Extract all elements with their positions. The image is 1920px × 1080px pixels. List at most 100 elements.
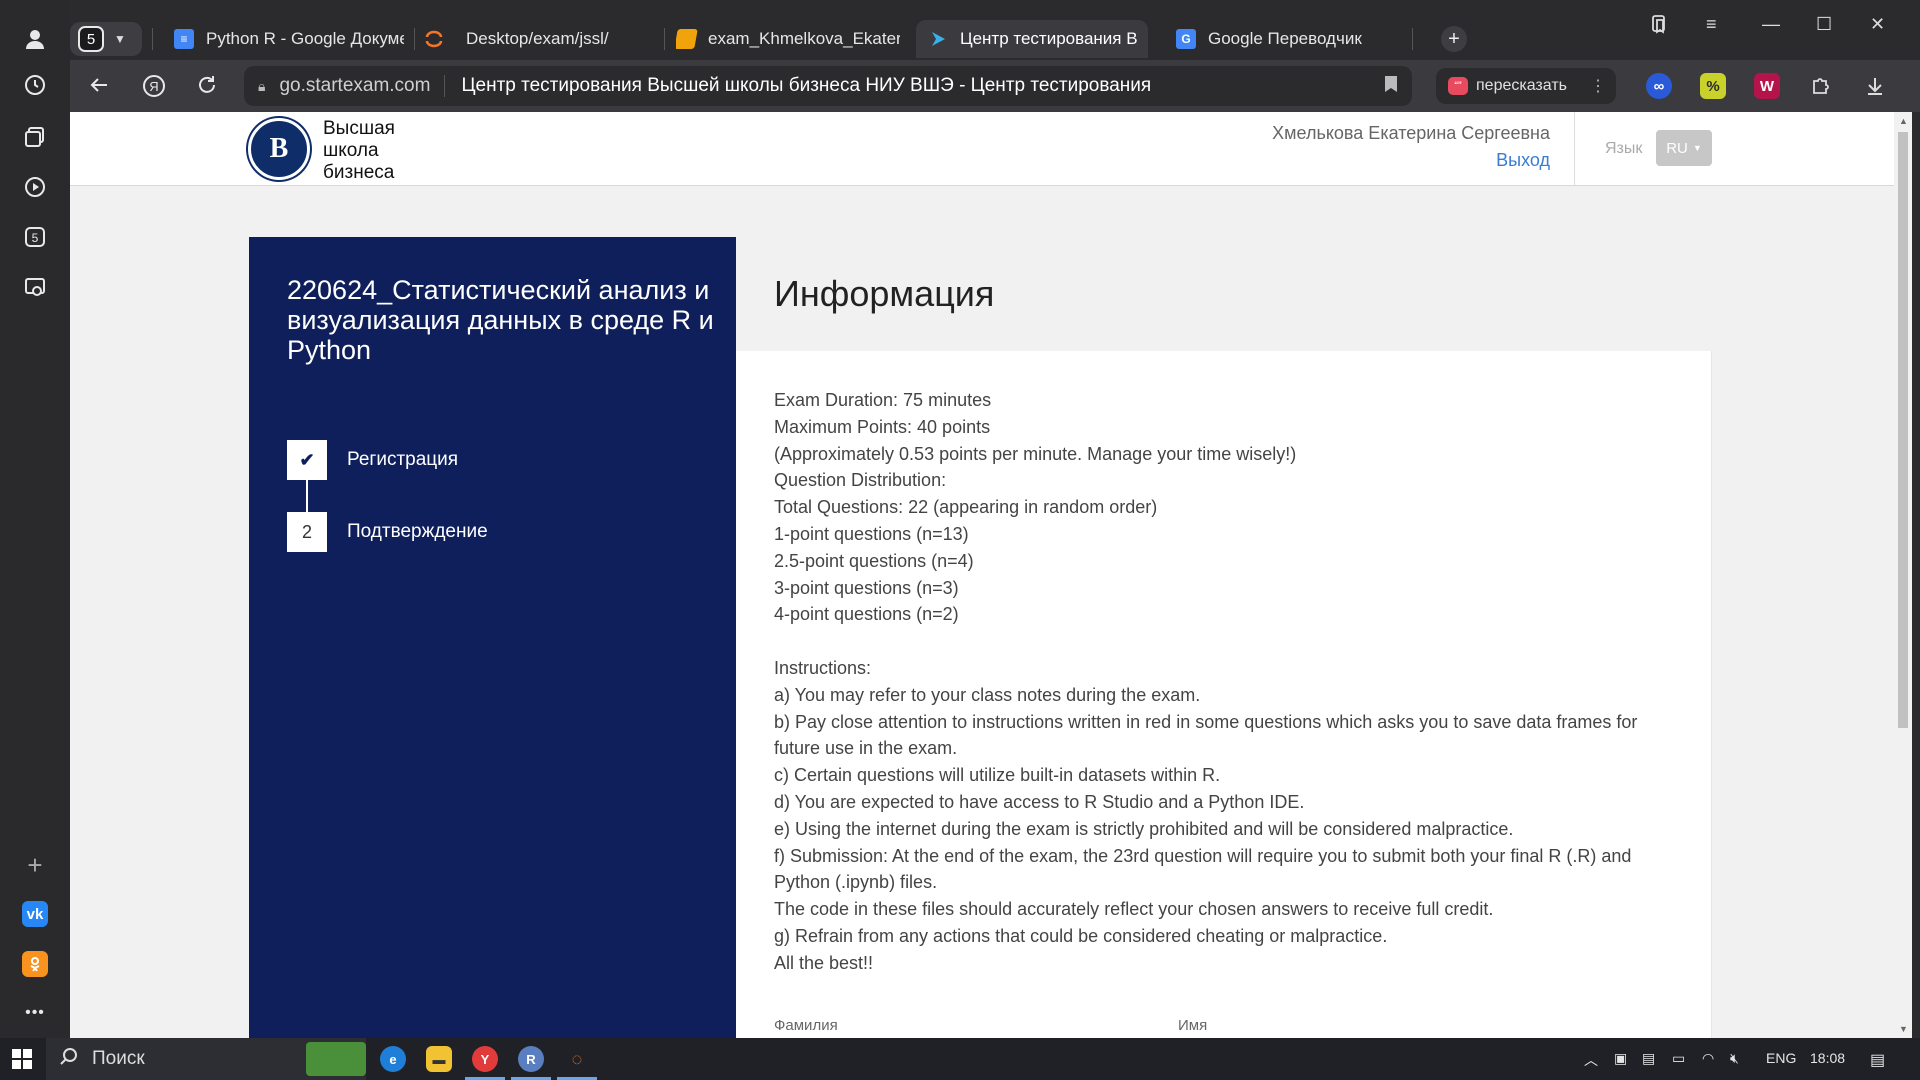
screenshot-icon[interactable] xyxy=(22,274,48,300)
tab-notebook[interactable]: exam_Khmelkova_Ekaterin xyxy=(676,20,900,58)
step-registration: ✔ Регистрация xyxy=(287,440,458,480)
tab-label: Desktop/exam/jssl/ xyxy=(466,29,609,48)
info-line: f) Submission: At the end of the exam, t… xyxy=(774,845,1632,893)
info-line: The code in these files should accuratel… xyxy=(774,899,1494,920)
info-line: a) You may refer to your class notes dur… xyxy=(774,684,1201,705)
tab-label: Google Переводчик xyxy=(1208,29,1362,48)
yandex-icon[interactable]: Я xyxy=(142,74,166,104)
volume-muted-icon[interactable]: 🔇︎ xyxy=(1730,1050,1739,1067)
step-label: Регистрация xyxy=(347,449,459,470)
yandex-browser-icon[interactable]: Y xyxy=(472,1046,498,1072)
info-line: 1-point questions (n=13) xyxy=(774,523,969,544)
bookmark-panel-icon[interactable] xyxy=(1650,14,1670,39)
google-docs-icon: ≡ xyxy=(174,29,194,49)
chevron-down-icon: ▼ xyxy=(114,32,126,46)
step-connector xyxy=(306,480,308,512)
step-number: 2 xyxy=(287,512,327,552)
tab-google-docs[interactable]: ≡ Python R - Google Докуме xyxy=(174,20,404,58)
clock[interactable]: 18:08 xyxy=(1810,1050,1845,1066)
notifications-icon[interactable]: ▤ xyxy=(1870,1050,1885,1070)
download-icon[interactable] xyxy=(1862,73,1888,99)
info-line: All the best!! xyxy=(774,952,874,973)
tab-google-translate[interactable]: G Google Переводчик xyxy=(1176,20,1386,58)
caret-down-icon: ▼ xyxy=(1692,143,1702,153)
battery-icon[interactable]: ▭ xyxy=(1672,1050,1685,1067)
name-label: Имя xyxy=(1178,1017,1208,1034)
logo-line: бизнеса xyxy=(323,162,395,183)
info-line: Question Distribution: xyxy=(774,470,947,491)
more-icon[interactable]: ••• xyxy=(22,1000,48,1026)
search-icon xyxy=(60,1047,78,1071)
hse-logo: В xyxy=(248,118,310,180)
taskbar-search[interactable]: Поиск xyxy=(46,1038,366,1080)
page-scrollbar[interactable]: ▲ ▼ xyxy=(1894,112,1912,1038)
svg-text:5: 5 xyxy=(32,231,39,245)
tabs-count-icon[interactable]: 5 xyxy=(22,224,48,250)
tab-startexam-active[interactable]: Центр тестирования В ✕ xyxy=(916,20,1148,58)
browser-sidebar: 5 + vk ••• xyxy=(0,0,70,1038)
address-bar[interactable]: 🔒︎ go.startexam.com Центр тестирования В… xyxy=(244,66,1412,106)
wifi-icon[interactable]: ◠ xyxy=(1702,1050,1714,1067)
info-line: Instructions: xyxy=(774,657,872,678)
page-viewport: В Высшая школа бизнеса Хмелькова Екатери… xyxy=(70,112,1894,1038)
jupyter-taskbar-icon[interactable]: ◌ xyxy=(564,1046,590,1072)
new-tab-button[interactable]: + xyxy=(1441,26,1467,52)
user-name: Хмелькова Екатерина Сергеевна xyxy=(1272,123,1550,143)
scroll-up-icon[interactable]: ▲ xyxy=(1899,116,1908,126)
retell-button[interactable]: “” пересказать ⋮ xyxy=(1436,68,1616,104)
play-icon[interactable] xyxy=(22,174,48,200)
edge-icon[interactable]: e xyxy=(380,1046,406,1072)
info-line: 3-point questions (n=3) xyxy=(774,577,959,598)
rstudio-icon[interactable]: R xyxy=(518,1046,544,1072)
tab-label: Центр тестирования В xyxy=(960,29,1138,48)
logo-line: школа xyxy=(323,140,379,161)
retell-more-icon[interactable]: ⋮ xyxy=(1590,76,1616,96)
input-language[interactable]: ENG xyxy=(1766,1050,1796,1066)
add-panel-icon[interactable]: + xyxy=(22,850,48,880)
extension-percent-icon[interactable]: % xyxy=(1700,73,1726,99)
ok-icon[interactable] xyxy=(22,951,48,977)
extension-infinity-icon[interactable]: ∞ xyxy=(1646,73,1672,99)
scrollbar-thumb[interactable] xyxy=(1898,132,1908,728)
exam-info-text: Exam Duration: 75 minutes Maximum Points:… xyxy=(774,387,1684,977)
info-line: d) You are expected to have access to R … xyxy=(774,791,1305,812)
info-line: Total Questions: 22 (appearing in random… xyxy=(774,497,1158,518)
extension-w-icon[interactable]: W xyxy=(1754,73,1780,99)
info-heading: Информация xyxy=(774,273,995,314)
tray-device-icon[interactable]: ▣ xyxy=(1614,1050,1627,1067)
url-domain: go.startexam.com xyxy=(279,75,446,97)
logout-link[interactable]: Выход xyxy=(1496,150,1550,171)
maximize-icon[interactable]: ☐ xyxy=(1816,14,1832,35)
tray-expand-icon[interactable]: ︿ xyxy=(1584,1050,1598,1070)
info-line xyxy=(774,628,1684,655)
retell-label: пересказать xyxy=(1476,77,1567,94)
tray-monitor-icon[interactable]: ▤ xyxy=(1642,1050,1655,1067)
vk-icon[interactable]: vk xyxy=(22,901,48,927)
extension-puzzle-icon[interactable] xyxy=(1808,73,1834,99)
step-confirmation: 2 Подтверждение xyxy=(287,512,488,552)
file-explorer-icon[interactable]: ▬ xyxy=(426,1046,452,1072)
history-icon[interactable] xyxy=(22,72,48,98)
windows-start-icon[interactable] xyxy=(12,1049,32,1075)
jupyter-icon xyxy=(424,29,444,49)
window-close-icon[interactable]: ✕ xyxy=(1870,14,1885,35)
bookmark-icon[interactable] xyxy=(1384,75,1398,98)
logo-line: Высшая xyxy=(323,118,395,139)
logo-letter: В xyxy=(269,133,289,164)
course-panel: 220624_Статистический анализ и визуализа… xyxy=(249,237,736,1038)
menu-icon[interactable]: ≡ xyxy=(1706,14,1717,35)
minimize-icon[interactable]: — xyxy=(1762,14,1780,35)
scroll-down-icon[interactable]: ▼ xyxy=(1899,1024,1908,1034)
tab-jupyter[interactable]: Desktop/exam/jssl/ xyxy=(424,20,624,58)
info-line: Exam Duration: 75 minutes xyxy=(774,390,992,410)
collections-icon[interactable] xyxy=(22,124,48,150)
tab-count-badge: 5 xyxy=(78,26,104,52)
reload-icon[interactable] xyxy=(196,74,218,102)
back-icon[interactable] xyxy=(88,74,110,102)
profile-icon[interactable] xyxy=(22,26,48,52)
surname-label: Фамилия xyxy=(774,1017,838,1034)
site-header: В Высшая школа бизнеса Хмелькова Екатери… xyxy=(70,112,1894,186)
info-line: Maximum Points: 40 points xyxy=(774,416,991,437)
tab-group-button[interactable]: 5 ▼ xyxy=(70,22,142,56)
language-select[interactable]: RU ▼ xyxy=(1656,130,1712,166)
